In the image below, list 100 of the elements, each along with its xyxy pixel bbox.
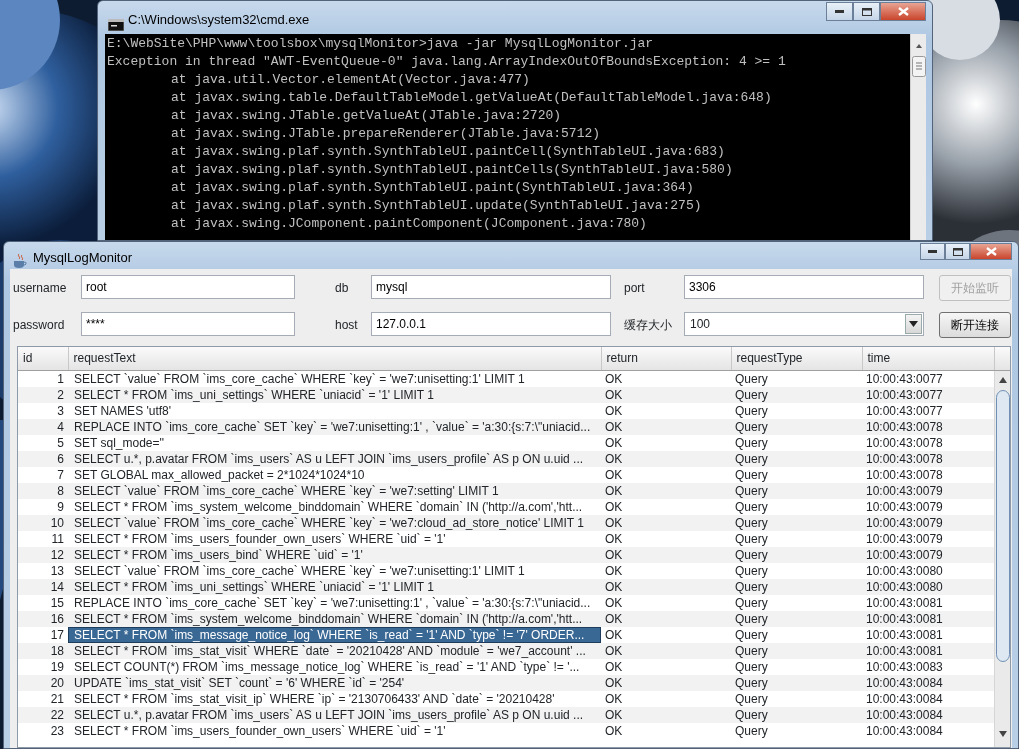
table-cell: Query [731, 418, 862, 435]
table-cell: Query [731, 674, 862, 691]
table-cell[interactable]: SELECT u.*, p.avatar FROM `ims_users` AS u LEFT JOIN `ims_users_profile` AS p ON u.uid ... [68, 706, 601, 723]
column-header[interactable]: requestType [731, 347, 862, 370]
table-cell: 8 [18, 482, 68, 499]
table-cell: Query [731, 610, 862, 627]
table-cell[interactable]: SELECT * FROM `ims_stat_visit_ip` WHERE `ip` = '2130706433' AND `date` = '20210428' [68, 690, 601, 707]
table-cell[interactable]: REPLACE INTO `ims_core_cache` SET `key` = 'we7:unisetting:1' , `value` = 'a:30:{s:7:\"uniacid... [68, 418, 601, 435]
table-cell[interactable]: SELECT `value` FROM `ims_core_cache` WHERE `key` = 'we7:cloud_ad_store_notice' LIMIT 1 [68, 514, 601, 531]
column-header[interactable]: time [862, 347, 994, 370]
table-cell[interactable]: SELECT u.*, p.avatar FROM `ims_users` AS u LEFT JOIN `ims_users_profile` AS p ON u.uid ... [68, 450, 601, 467]
table-cell[interactable]: SELECT * FROM `ims_uni_settings` WHERE `uniacid` = '1' LIMIT 1 [68, 386, 601, 403]
minimize-button[interactable] [920, 243, 945, 260]
input-field[interactable]: 3306 [684, 275, 924, 299]
field-label: password [13, 317, 66, 334]
console-line: at javax.swing.JTable.prepareRenderer(JTable.java:5712) [170, 125, 602, 143]
table-cell: Query [731, 434, 862, 451]
table-cell: 5 [18, 434, 68, 451]
table-cell: 10:00:43:0081 [862, 642, 994, 659]
console-line: E:\WebSite\PHP\www\toolsbox\mysqlMonitor>java -jar MysqlLogMonitor.jar [107, 35, 655, 53]
dropdown[interactable]: 100 [684, 312, 924, 336]
table-cell[interactable]: SELECT `value` FROM `ims_core_cache` WHERE `key` = 'we7:unisetting:1' LIMIT 1 [68, 370, 601, 387]
table-cell: 21 [18, 690, 68, 707]
table-cell: OK [601, 530, 731, 547]
button[interactable]: 断开连接 [939, 312, 1011, 338]
close-button[interactable] [970, 243, 1012, 260]
console-line: at javax.swing.JComponent.paintComponent(JComponent.java:780) [170, 215, 648, 233]
table-cell[interactable]: SELECT * FROM `ims_users_founder_own_users` WHERE `uid` = '1' [68, 722, 601, 739]
table-cell: Query [731, 482, 862, 499]
table-cell: 10:00:43:0077 [862, 386, 994, 403]
column-header[interactable]: id [18, 347, 68, 370]
table-cell[interactable]: SELECT * FROM `ims_users_bind` WHERE `uid` = '1' [68, 546, 601, 563]
table-cell: Query [731, 386, 862, 403]
minimize-button[interactable] [826, 2, 853, 21]
table-cell: Query [731, 626, 862, 643]
table-cell: OK [601, 514, 731, 531]
table-cell[interactable]: SELECT * FROM `ims_uni_settings` WHERE `uniacid` = '1' LIMIT 1 [68, 578, 601, 595]
table-cell[interactable]: SELECT * FROM `ims_users_founder_own_users` WHERE `uid` = '1' [68, 530, 601, 547]
minimize-icon [928, 250, 937, 253]
maximize-icon [861, 7, 872, 16]
table-cell: 10:00:43:0079 [862, 498, 994, 515]
table-cell[interactable]: SELECT * FROM `ims_system_welcome_binddomain` WHERE `domain` IN ('http://a.com','htt... [68, 498, 601, 515]
table-cell: Query [731, 642, 862, 659]
maximize-button[interactable] [945, 243, 970, 260]
table-cell: 10:00:43:0079 [862, 514, 994, 531]
maximize-button[interactable] [853, 2, 880, 21]
table-cell: 10:00:43:0084 [862, 690, 994, 707]
table-cell: 10:00:43:0079 [862, 530, 994, 547]
table-cell: OK [601, 562, 731, 579]
table-cell[interactable]: SELECT * FROM `ims_system_welcome_binddomain` WHERE `domain` IN ('http://a.com','htt... [68, 610, 601, 627]
table-cell: Query [731, 402, 862, 419]
table-cell: OK [601, 418, 731, 435]
field-label: db [335, 280, 350, 297]
table-cell: Query [731, 498, 862, 515]
table-cell: 10:00:43:0077 [862, 402, 994, 419]
table-cell: Query [731, 450, 862, 467]
table-cell: Query [731, 530, 862, 547]
table-cell[interactable]: SELECT `value` FROM `ims_core_cache` WHERE `key` = 'we7:unisetting:1' LIMIT 1 [68, 562, 601, 579]
table-cell: Query [731, 594, 862, 611]
maximize-icon [952, 247, 963, 256]
table-cell[interactable]: REPLACE INTO `ims_core_cache` SET `key` = 'we7:unisetting:1' , `value` = 'a:30:{s:7:\"uniacid... [68, 594, 601, 611]
table-cell: 10:00:43:0081 [862, 626, 994, 643]
table-cell[interactable]: SET sql_mode='' [68, 434, 601, 451]
console-line: at java.util.Vector.elementAt(Vector.java:477) [170, 71, 531, 89]
table-cell[interactable]: SELECT COUNT(*) FROM `ims_message_notice_log` WHERE `is_read` = '1' AND `type` != '... [68, 658, 601, 675]
input-field[interactable]: **** [81, 312, 295, 336]
field-label: host [335, 317, 359, 334]
table-cell: OK [601, 594, 731, 611]
table-cell: 3 [18, 402, 68, 419]
table-cell: 16 [18, 610, 68, 627]
table-cell: 10:00:43:0079 [862, 482, 994, 499]
minimize-icon [835, 10, 844, 13]
table-cell: 10:00:43:0084 [862, 706, 994, 723]
column-header[interactable]: return [601, 347, 731, 370]
table-cell: Query [731, 722, 862, 739]
field-label: 缓存大小 [624, 317, 673, 334]
close-button[interactable] [880, 2, 926, 21]
table-cell: OK [601, 610, 731, 627]
input-field[interactable]: 127.0.0.1 [371, 312, 611, 336]
column-header[interactable]: requestText [68, 347, 601, 370]
table-cell: Query [731, 706, 862, 723]
console-line: at javax.swing.JTable.getValueAt(JTable.java:2720) [170, 107, 563, 125]
table-cell: 10:00:43:0083 [862, 658, 994, 675]
table-cell: 10:00:43:0078 [862, 418, 994, 435]
table-cell: 10:00:43:0080 [862, 578, 994, 595]
table-cell: OK [601, 402, 731, 419]
table-cell[interactable]: SET GLOBAL max_allowed_packet = 2*1024*1024*10 [68, 466, 601, 483]
table-cell: OK [601, 482, 731, 499]
input-field[interactable]: mysql [371, 275, 611, 299]
table-cell: Query [731, 562, 862, 579]
table-cell[interactable]: UPDATE `ims_stat_visit` SET `count` = '6' WHERE `id` = '254' [68, 674, 601, 691]
table-cell[interactable]: SET NAMES 'utf8' [68, 402, 601, 419]
table-cell: 4 [18, 418, 68, 435]
table-cell[interactable]: SELECT `value` FROM `ims_core_cache` WHERE `key` = 'we7:setting' LIMIT 1 [68, 482, 601, 499]
table-cell: OK [601, 498, 731, 515]
input-field[interactable]: root [81, 275, 295, 299]
table-cell: 22 [18, 706, 68, 723]
table-cell: OK [601, 626, 731, 643]
table-cell: OK [601, 674, 731, 691]
table-cell: 11 [18, 530, 68, 547]
